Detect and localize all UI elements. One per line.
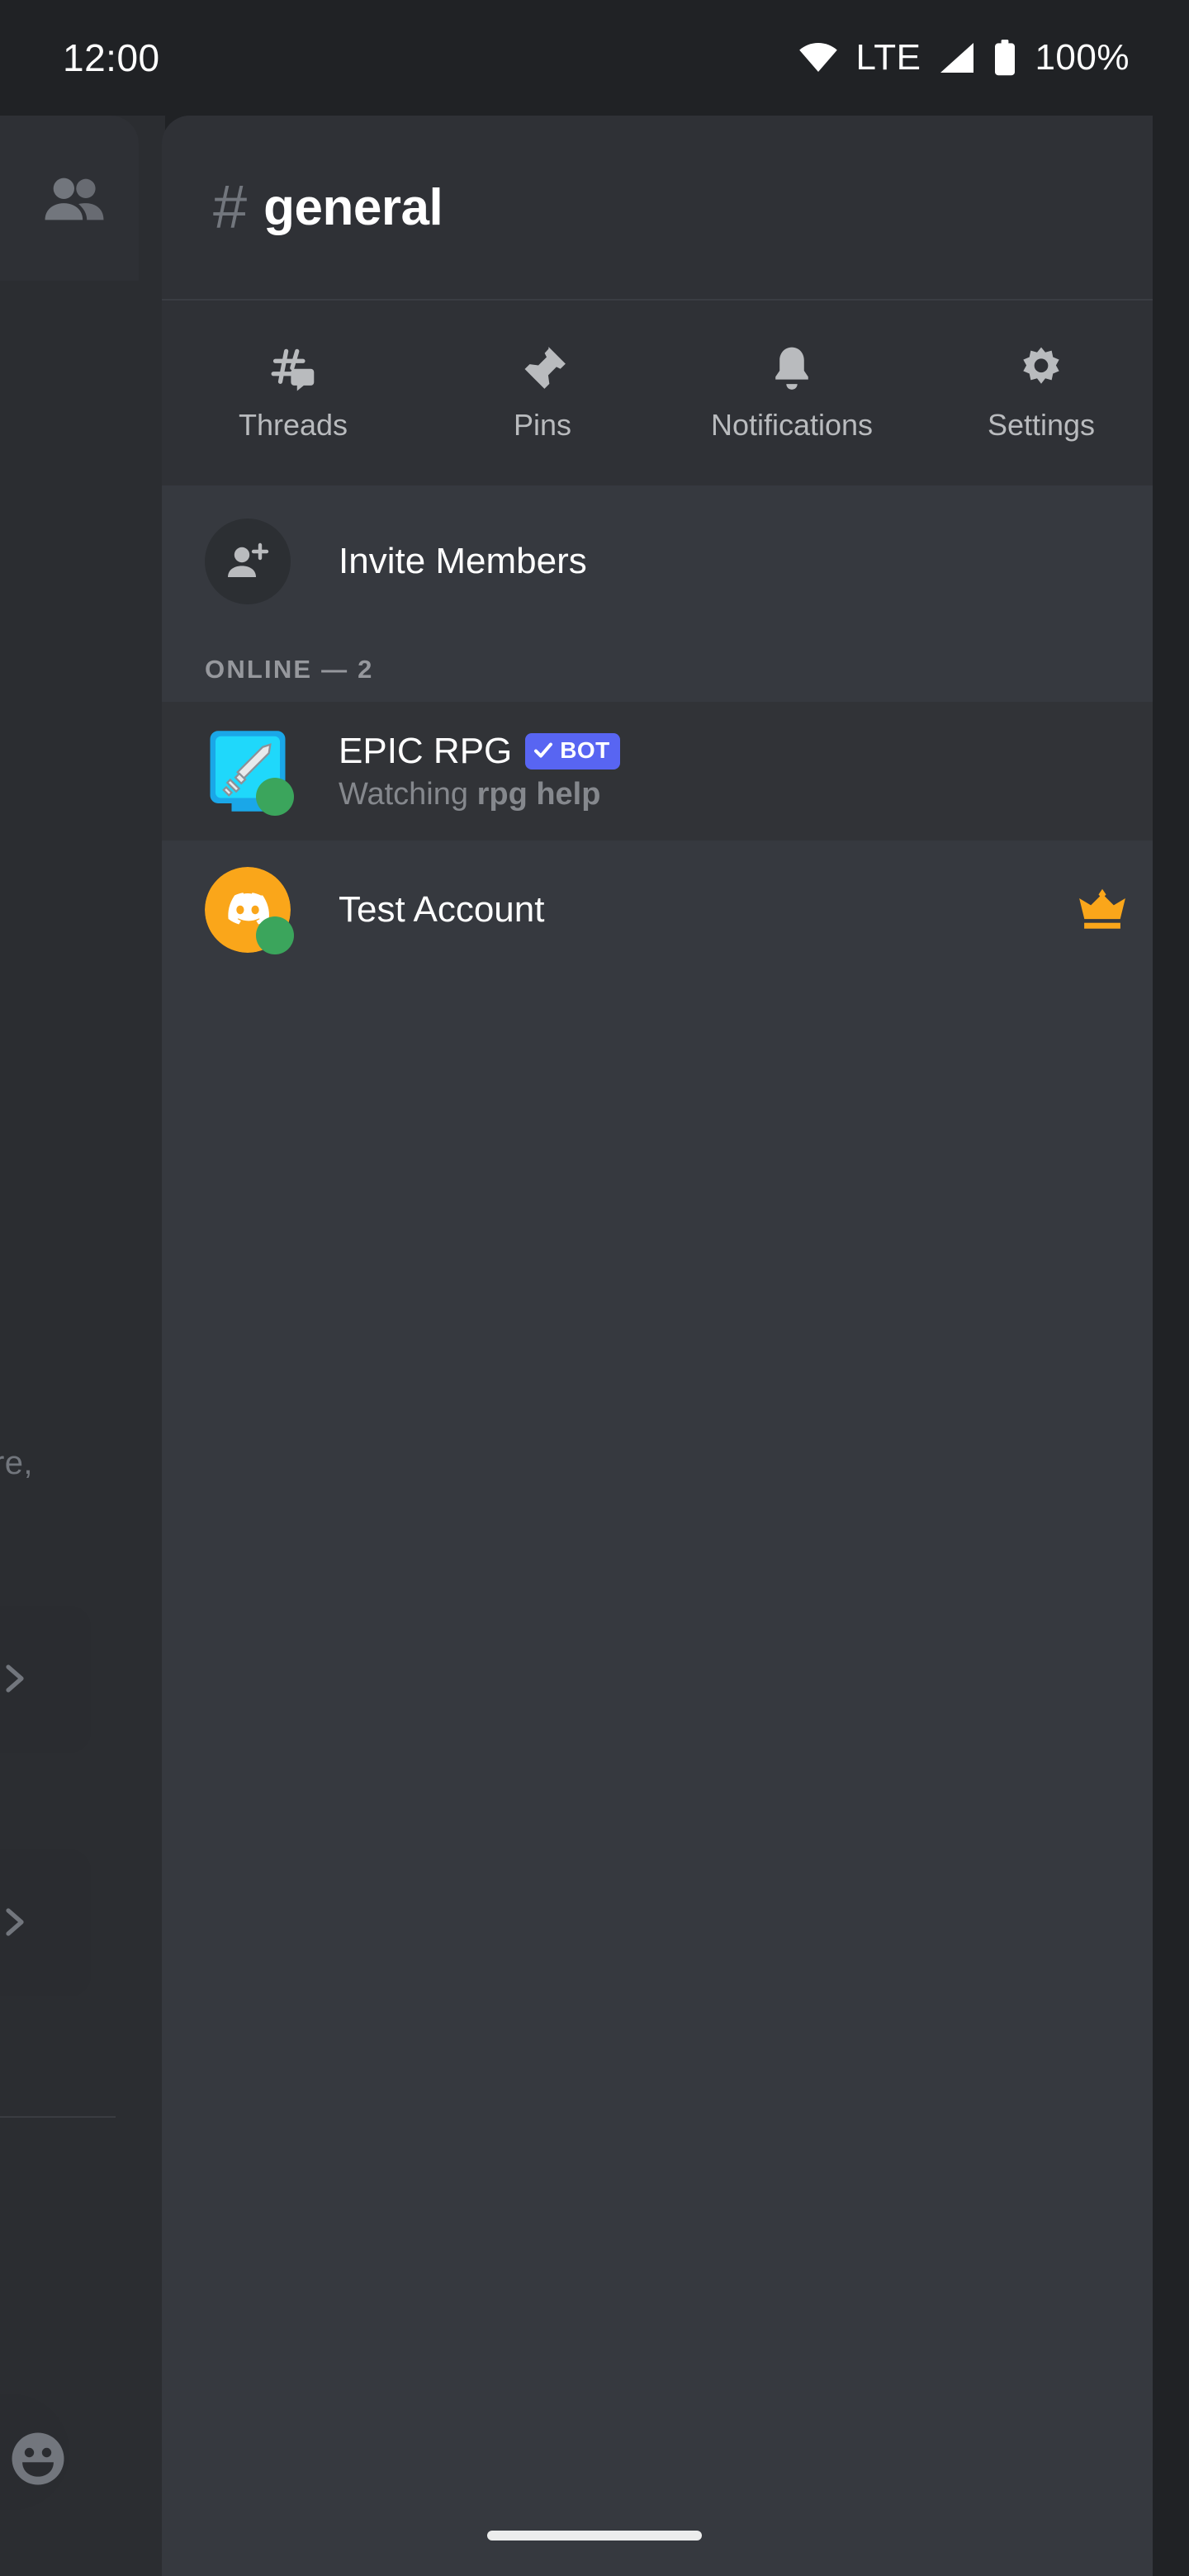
member-row-epic-rpg[interactable]: EPIC RPG BOT Watching rpg help [162,702,1172,841]
member-name-line: EPIC RPG BOT [339,731,1128,772]
online-group-header: ONLINE — 2 [162,637,1172,702]
member-status-prefix: Watching [339,776,477,812]
bot-badge-label: BOT [560,737,610,763]
member-list-body: Invite Members ONLINE — 2 EPIC RPG BOT W… [162,485,1172,2576]
online-group-label: ONLINE — 2 [205,655,374,684]
background-message-text: re, [0,1445,33,1481]
channel-header[interactable]: # general [162,116,1172,301]
status-bar-clock: 12:00 [63,36,160,79]
check-icon [533,741,553,760]
channel-actions-row: Threads Pins Notifications Settings [162,301,1172,485]
member-name: EPIC RPG [339,730,513,771]
home-gesture-pill[interactable] [487,2531,702,2540]
gear-icon [1015,343,1068,396]
background-channel-view [0,116,165,2576]
members-icon[interactable] [43,173,106,225]
member-name: Test Account [339,889,545,930]
cellular-signal-icon [939,41,975,74]
settings-button[interactable]: Settings [917,301,1166,485]
battery-icon [993,40,1016,76]
member-status-activity: rpg help [476,776,601,812]
android-navigation-bar [0,2510,1189,2576]
phone-screen: 12:00 LTE 100% re [0,0,1189,2576]
bot-badge: BOT [525,732,620,769]
threads-label: Threads [238,408,348,442]
avatar [205,867,294,954]
emoji-smiley-icon[interactable] [8,2429,68,2488]
status-bar: 12:00 LTE 100% [0,0,1189,116]
bell-icon [765,343,818,396]
pin-icon [516,343,569,396]
threads-button[interactable]: Threads [168,301,418,485]
settings-label: Settings [987,408,1096,442]
person-add-icon [205,519,291,604]
presence-online-indicator [256,916,294,954]
member-info: Test Account [339,889,1077,930]
notifications-button[interactable]: Notifications [667,301,917,485]
invite-members-label: Invite Members [339,541,587,581]
invite-members-row[interactable]: Invite Members [162,485,1172,637]
hash-icon: # [213,173,247,241]
member-row-test-account[interactable]: Test Account [162,841,1172,979]
panel-right-rail [1153,116,1172,2576]
pins-button[interactable]: Pins [418,301,667,485]
member-status: Watching rpg help [339,777,1128,812]
status-bar-icons: LTE 100% [798,37,1130,78]
channel-name: general [263,178,443,236]
crown-icon [1077,887,1128,933]
chevron-right-icon[interactable] [0,1662,31,1695]
threads-icon [267,343,320,396]
member-list-panel: # general Threads Pins Notifications Set… [162,116,1172,2576]
battery-percent-label: 100% [1035,37,1130,78]
network-type-label: LTE [855,37,921,78]
member-name-line: Test Account [339,889,1077,930]
chevron-right-icon[interactable] [0,1906,31,1939]
pins-label: Pins [513,408,572,442]
presence-online-indicator [256,778,294,816]
background-divider [0,2116,116,2118]
notifications-label: Notifications [710,408,874,442]
avatar [205,728,294,816]
wifi-icon [798,43,838,73]
member-info: EPIC RPG BOT Watching rpg help [339,731,1128,812]
